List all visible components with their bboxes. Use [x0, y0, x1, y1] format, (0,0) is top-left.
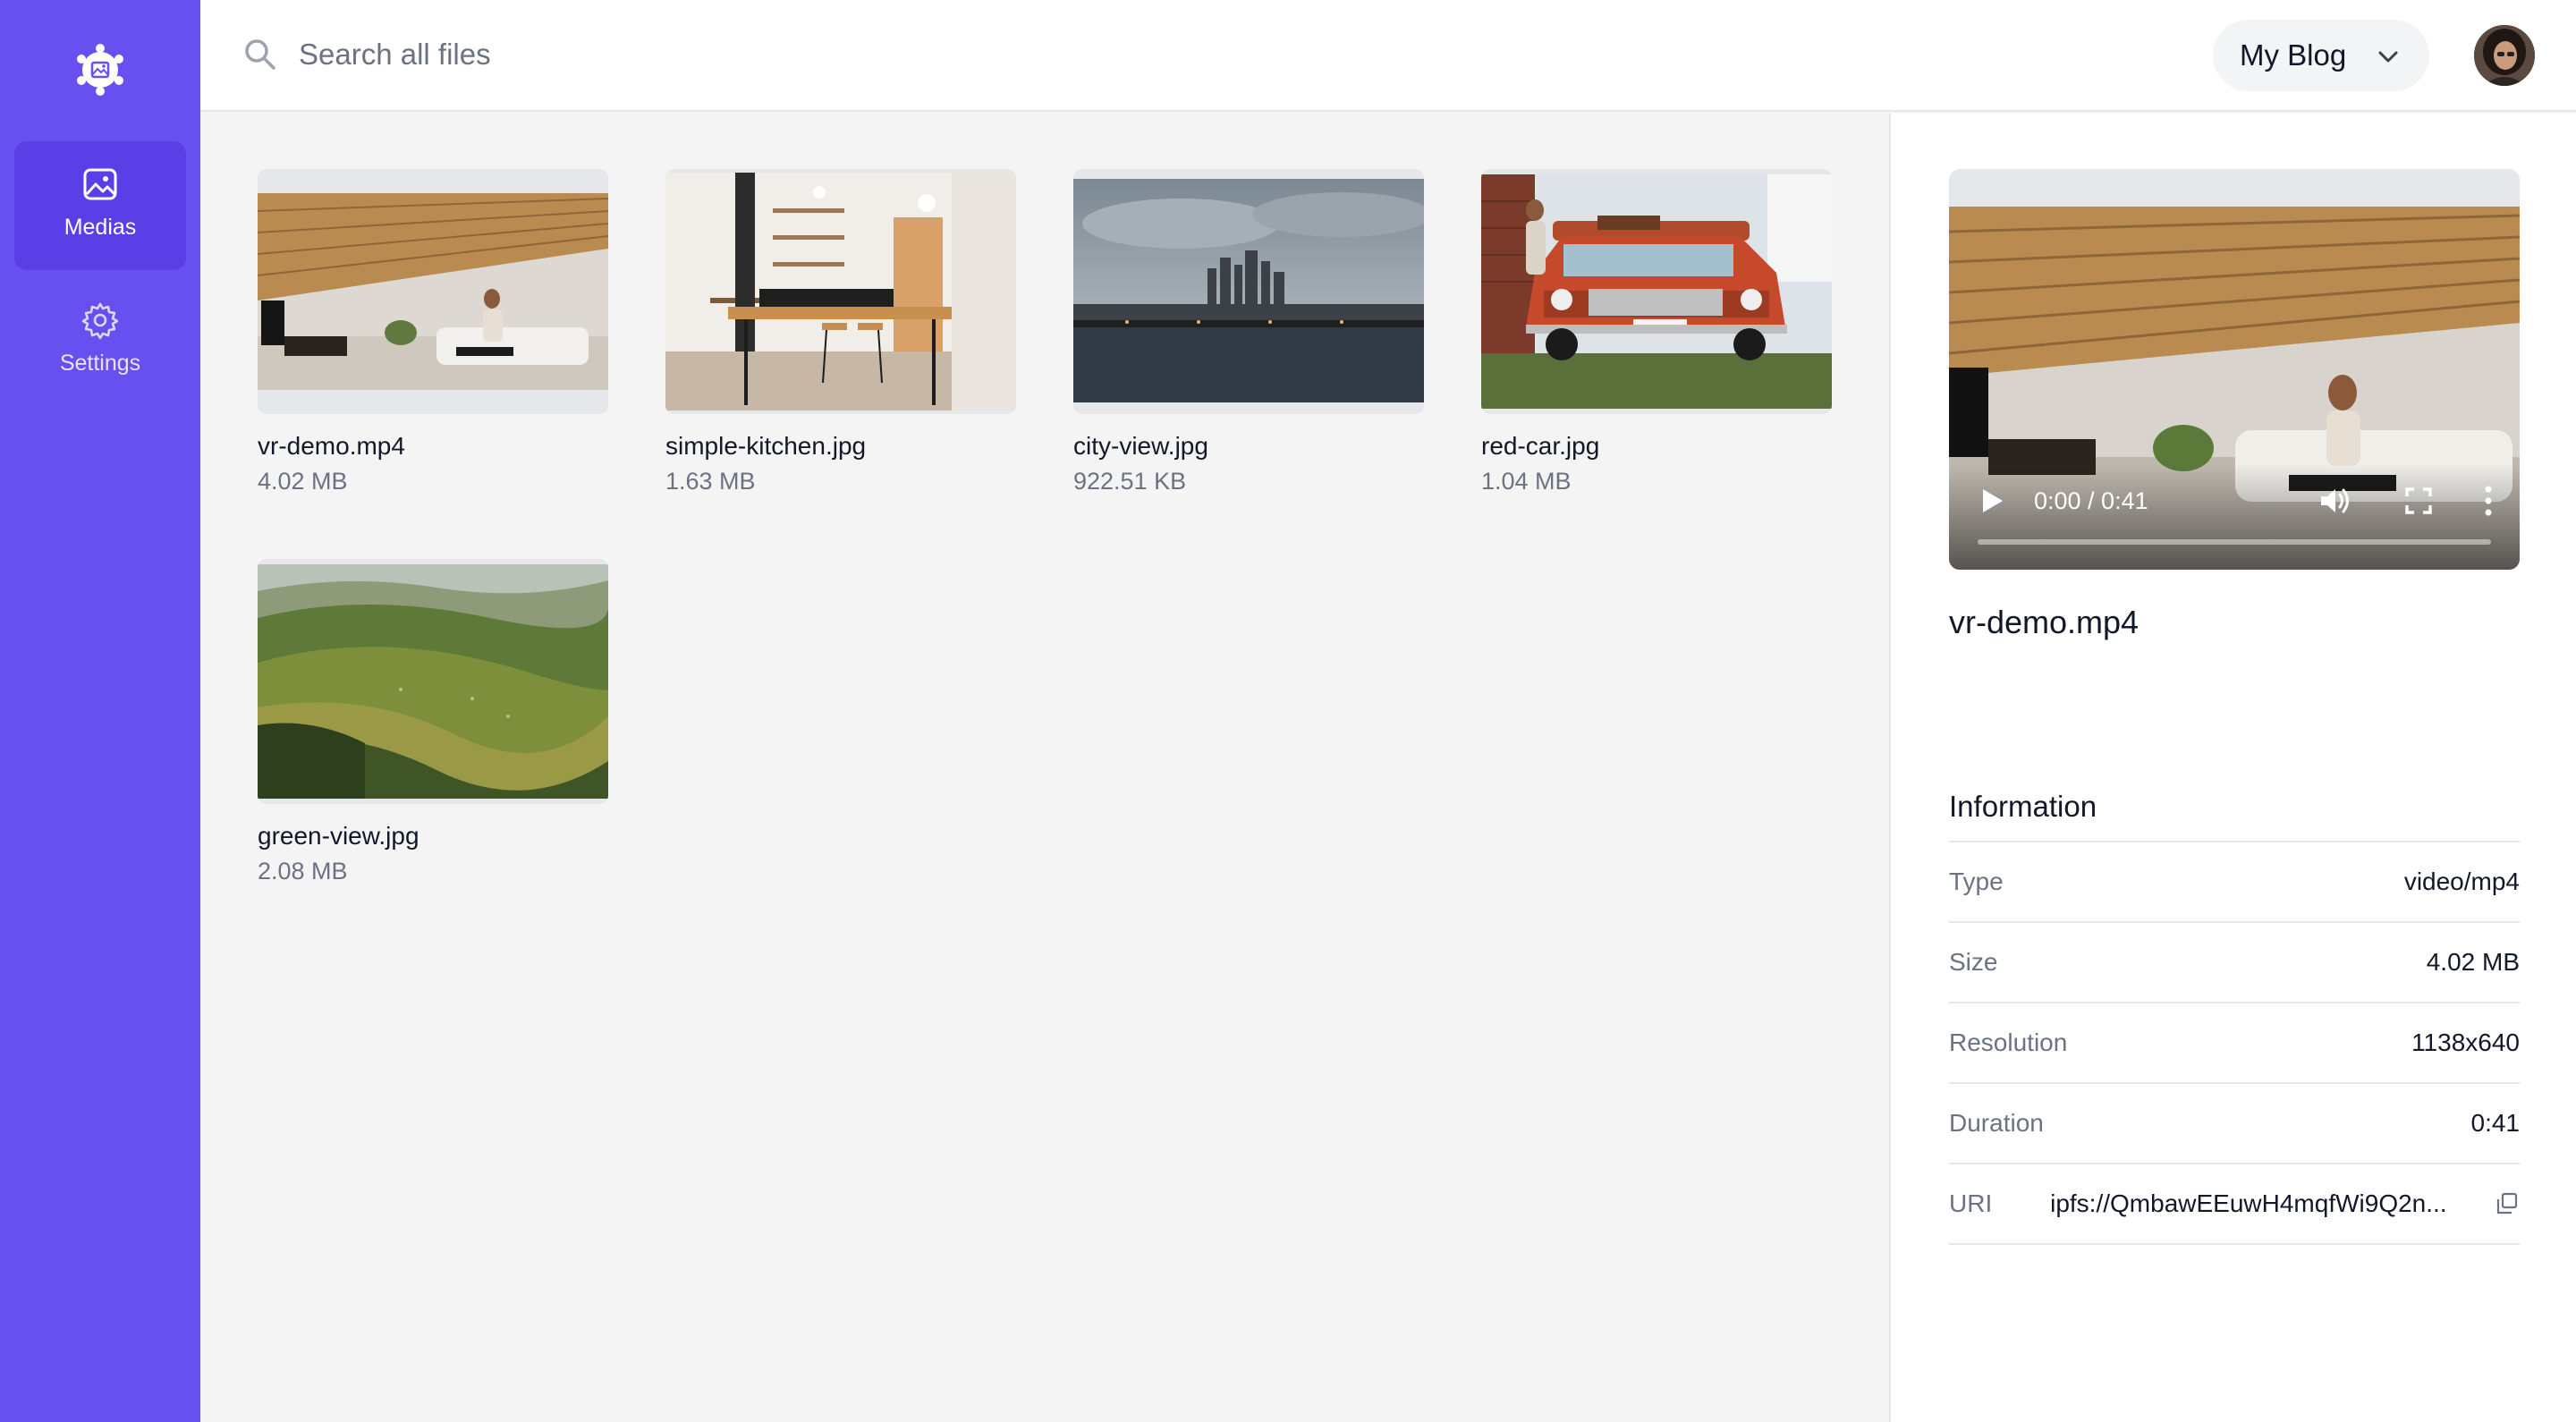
app-logo-icon[interactable] [72, 41, 129, 98]
user-avatar[interactable] [2474, 25, 2535, 86]
info-key: Size [1949, 948, 1998, 976]
file-name: vr-demo.mp4 [258, 432, 405, 460]
chevron-down-icon [2378, 51, 2398, 63]
info-value: 4.02 MB [2426, 948, 2520, 976]
info-row-uri: URI ipfs://QmbawEEuwH4mqfWi9Q2n... [1949, 1164, 2520, 1245]
media-grid: vr-demo.mp4 4.02 MB simple-kitchen.jpg 1… [200, 114, 1889, 1422]
kitchen-image [665, 173, 1016, 411]
info-value: 1138x640 [2411, 1028, 2520, 1056]
media-card-red-car[interactable]: red-car.jpg 1.04 MB [1481, 169, 1832, 495]
media-thumbnail [1481, 169, 1832, 414]
information-heading: Information [1949, 790, 2097, 823]
file-size: 1.04 MB [1481, 468, 1572, 495]
uri-value: ipfs://QmbawEEuwH4mqfWi9Q2n... [2050, 1189, 2447, 1217]
media-card-city-view[interactable]: city-view.jpg 922.51 KB [1073, 169, 1424, 495]
city-image [1073, 179, 1424, 402]
sidebar-item-label: Medias [64, 215, 137, 240]
file-name: green-view.jpg [258, 822, 419, 850]
media-card-vr-demo[interactable]: vr-demo.mp4 4.02 MB [258, 169, 608, 495]
sidebar: Medias Settings [0, 0, 200, 1422]
fullscreen-icon[interactable] [2403, 486, 2434, 516]
file-size: 1.63 MB [665, 468, 756, 495]
image-icon [83, 168, 117, 200]
info-value: 0:41 [2470, 1109, 2521, 1137]
detail-file-name: vr-demo.mp4 [1949, 604, 2140, 640]
media-thumbnail [258, 169, 608, 414]
gear-icon [81, 302, 119, 340]
site-selector-label: My Blog [2240, 38, 2347, 72]
file-name: city-view.jpg [1073, 432, 1208, 460]
info-row-type: Type video/mp4 [1949, 842, 2520, 923]
search-input[interactable] [299, 27, 1104, 82]
volume-icon[interactable] [2318, 484, 2351, 518]
file-name: simple-kitchen.jpg [665, 432, 867, 460]
file-size: 2.08 MB [258, 858, 348, 885]
video-time: 0:00 / 0:41 [2034, 487, 2148, 514]
sidebar-item-label: Settings [59, 351, 141, 376]
info-row-resolution: Resolution 1138x640 [1949, 1003, 2520, 1084]
info-key: Resolution [1949, 1028, 2068, 1056]
info-key: URI [1949, 1189, 1993, 1217]
play-icon[interactable] [1976, 486, 2006, 516]
site-selector-dropdown[interactable]: My Blog [2213, 20, 2429, 91]
info-row-size: Size 4.02 MB [1949, 923, 2520, 1003]
more-options-icon[interactable] [2482, 484, 2495, 518]
sidebar-item-settings[interactable]: Settings [14, 277, 186, 406]
info-key: Duration [1949, 1109, 2044, 1137]
video-thumbnail-image [258, 193, 608, 390]
information-list: Type video/mp4 Size 4.02 MB Resolution 1… [1949, 841, 2520, 1245]
red-car-image [1481, 174, 1832, 409]
media-card-simple-kitchen[interactable]: simple-kitchen.jpg 1.63 MB [665, 169, 1016, 495]
info-row-duration: Duration 0:41 [1949, 1084, 2520, 1164]
sidebar-item-medias[interactable]: Medias [14, 141, 186, 270]
file-detail-panel: 0:00 / 0:41 vr-demo.mp4 Information Type… [1889, 114, 2576, 1422]
media-card-green-view[interactable]: green-view.jpg 2.08 MB [258, 559, 608, 885]
video-controls: 0:00 / 0:41 [1949, 464, 2520, 570]
file-size: 922.51 KB [1073, 468, 1187, 495]
video-progress-bar[interactable] [1978, 539, 2491, 545]
media-thumbnail [1073, 169, 1424, 414]
avatar-image [2474, 25, 2535, 86]
green-landscape-image [258, 564, 608, 799]
top-bar: My Blog [200, 0, 2576, 112]
video-player[interactable]: 0:00 / 0:41 [1949, 169, 2520, 570]
file-size: 4.02 MB [258, 468, 348, 495]
info-key: Type [1949, 868, 2004, 895]
media-thumbnail [258, 559, 608, 804]
copy-icon[interactable] [2495, 1191, 2520, 1216]
search-icon [245, 39, 275, 70]
media-thumbnail [665, 169, 1016, 414]
file-name: red-car.jpg [1481, 432, 1600, 460]
info-value: video/mp4 [2403, 868, 2520, 895]
